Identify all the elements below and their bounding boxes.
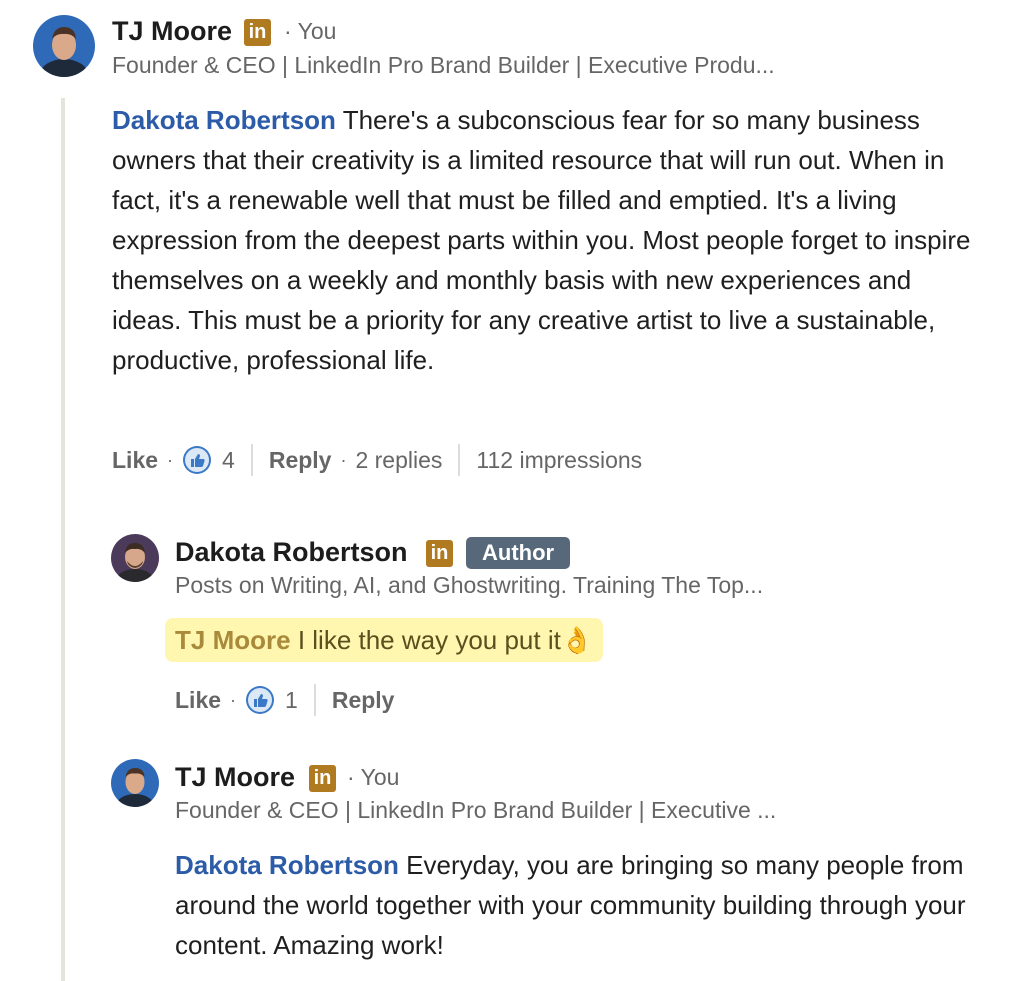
like-button[interactable]: Like — [112, 447, 158, 474]
comment-body: Dakota Robertson There's a subconscious … — [112, 100, 982, 380]
replies-count[interactable]: 2 replies — [355, 447, 442, 474]
dot-separator: · — [284, 18, 292, 44]
dot-separator: · — [347, 764, 355, 790]
thread-line — [61, 98, 65, 981]
comment-author-headline: Founder & CEO | LinkedIn Pro Brand Build… — [112, 52, 775, 78]
you-text: You — [360, 764, 400, 790]
mention-link[interactable]: Dakota Robertson — [112, 105, 336, 135]
linkedin-premium-icon: in — [309, 765, 336, 792]
reply-button[interactable]: Reply — [269, 447, 332, 474]
like-icon[interactable] — [245, 685, 275, 715]
reply1-author-headline: Posts on Writing, AI, and Ghostwriting. … — [175, 572, 764, 598]
reply1-body: TJ Moore I like the way you put it👌 — [165, 618, 604, 662]
divider — [250, 444, 253, 476]
reply2-body: Dakota Robertson Everyday, you are bring… — [175, 845, 990, 965]
like-count[interactable]: 1 — [285, 687, 298, 714]
divider — [313, 684, 316, 716]
author-badge: Author — [466, 537, 571, 569]
reply-button[interactable]: Reply — [332, 687, 395, 714]
reply1-author-name[interactable]: Dakota Robertson — [175, 537, 408, 568]
reply2-author-name[interactable]: TJ Moore — [175, 762, 295, 793]
comment-author-name[interactable]: TJ Moore — [112, 16, 232, 47]
linkedin-premium-icon: in — [426, 540, 453, 567]
mention-link[interactable]: TJ Moore — [175, 625, 291, 655]
avatar-tj-moore[interactable] — [111, 759, 159, 807]
like-button[interactable]: Like — [175, 687, 221, 714]
comment-actions: Like · 4 Reply · 2 replies 112 impressio… — [112, 444, 642, 476]
impressions-count[interactable]: 112 impressions — [476, 447, 642, 474]
you-text: You — [297, 18, 337, 44]
avatar-dakota-robertson[interactable] — [111, 534, 159, 582]
like-icon[interactable] — [182, 445, 212, 475]
comment-text: There's a subconscious fear for so many … — [112, 105, 971, 375]
dot-separator: · — [230, 689, 237, 710]
reply2-author-headline: Founder & CEO | LinkedIn Pro Brand Build… — [175, 797, 777, 823]
mention-link[interactable]: Dakota Robertson — [175, 850, 399, 880]
divider — [458, 444, 461, 476]
like-count[interactable]: 4 — [222, 447, 235, 474]
reply1-actions: Like · 1 Reply — [175, 684, 394, 716]
avatar-tj-moore[interactable] — [33, 15, 95, 77]
dot-separator: · — [167, 449, 174, 470]
you-label: · You — [347, 764, 399, 791]
reply1-text: I like the way you put it👌 — [297, 625, 594, 655]
dot-separator: · — [340, 449, 347, 470]
you-label: · You — [284, 18, 336, 45]
linkedin-premium-icon: in — [244, 19, 271, 46]
